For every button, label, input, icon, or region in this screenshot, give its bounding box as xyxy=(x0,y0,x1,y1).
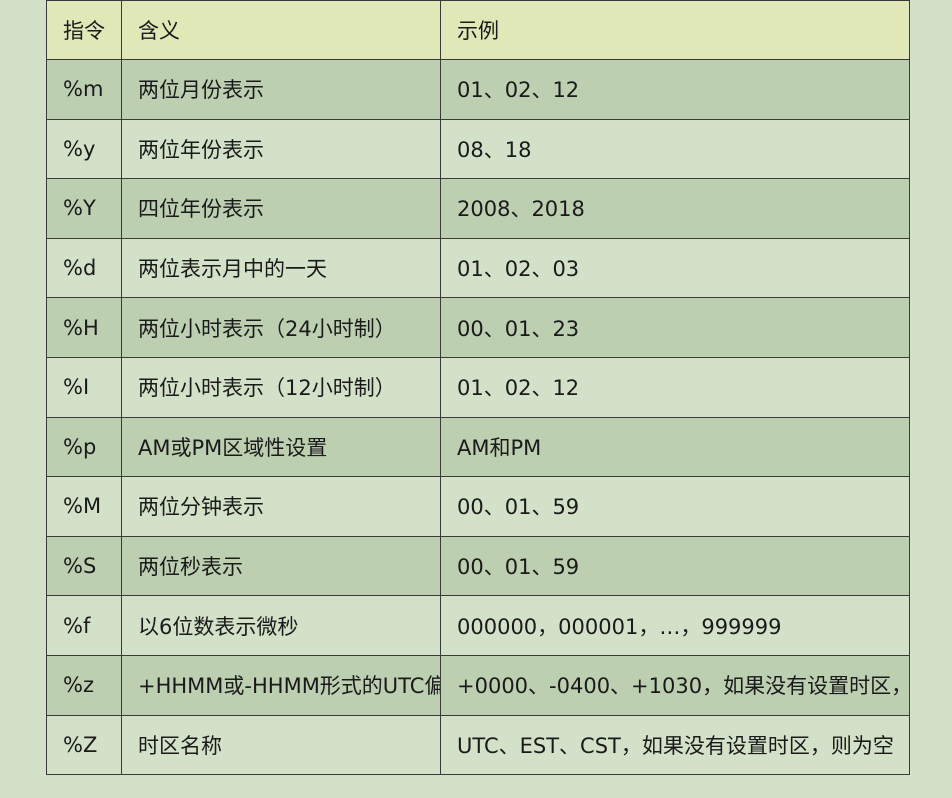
example-cell: 08、18 xyxy=(440,118,910,180)
example-cell: 2008、2018 xyxy=(440,178,910,239)
directive-cell: %H xyxy=(46,297,122,358)
header-meaning: 含义 xyxy=(121,0,441,60)
strftime-directive-table: 指令 含义 示例 %m 两位月份表示 01、02、12 %y 两位年份表示 08、18 %Y… xyxy=(46,0,910,776)
table-row: %S 两位秒表示 00、01、59 xyxy=(46,535,910,597)
table-row: %m 两位月份表示 01、02、12 xyxy=(46,59,910,120)
directive-cell: %z xyxy=(46,654,122,716)
directive-cell: %I xyxy=(46,356,122,418)
meaning-cell: +HHMM或-HHMM形式的UTC偏移 xyxy=(121,654,441,716)
meaning-cell: 两位小时表示（12小时制） xyxy=(121,356,441,418)
directive-cell: %d xyxy=(46,237,122,299)
header-example: 示例 xyxy=(440,0,910,60)
example-cell: 00、01、59 xyxy=(440,535,910,597)
table-row: %M 两位分钟表示 00、01、59 xyxy=(46,476,910,537)
example-cell: 00、01、59 xyxy=(440,476,910,537)
example-cell: 01、02、12 xyxy=(440,59,910,120)
table-container: 指令 含义 示例 %m 两位月份表示 01、02、12 %y 两位年份表示 08、18 %Y… xyxy=(46,0,910,776)
example-cell: 000000，000001，…，999999 xyxy=(440,595,910,656)
directive-cell: %S xyxy=(46,535,122,597)
directive-cell: %p xyxy=(46,416,122,478)
example-cell: UTC、EST、CST，如果没有设置时区，则为空 xyxy=(440,714,910,776)
directive-cell: %m xyxy=(46,59,122,120)
directive-cell: %Z xyxy=(46,714,122,776)
header-directive: 指令 xyxy=(46,0,122,60)
meaning-cell: 两位表示月中的一天 xyxy=(121,237,441,299)
table-row: %Z 时区名称 UTC、EST、CST，如果没有设置时区，则为空 xyxy=(46,714,910,776)
meaning-cell: 两位小时表示（24小时制） xyxy=(121,297,441,358)
meaning-cell: 两位分钟表示 xyxy=(121,476,441,537)
example-cell: 01、02、12 xyxy=(440,356,910,418)
table-row: %H 两位小时表示（24小时制） 00、01、23 xyxy=(46,297,910,358)
example-cell: 00、01、23 xyxy=(440,297,910,358)
meaning-cell: 以6位数表示微秒 xyxy=(121,595,441,656)
table-row: %I 两位小时表示（12小时制） 01、02、12 xyxy=(46,356,910,418)
directive-cell: %f xyxy=(46,595,122,656)
meaning-cell: 两位秒表示 xyxy=(121,535,441,597)
meaning-cell: 时区名称 xyxy=(121,714,441,776)
table-row: %y 两位年份表示 08、18 xyxy=(46,118,910,180)
table-row: %p AM或PM区域性设置 AM和PM xyxy=(46,416,910,478)
page: { "table": { "headers": ["指令", "含义", "示例… xyxy=(0,0,952,798)
directive-cell: %y xyxy=(46,118,122,180)
example-cell: 01、02、03 xyxy=(440,237,910,299)
header-row: 指令 含义 示例 xyxy=(46,0,910,60)
meaning-cell: 四位年份表示 xyxy=(121,178,441,239)
meaning-cell: 两位年份表示 xyxy=(121,118,441,180)
example-cell: +0000、-0400、+1030，如果没有设置时区，则为空 xyxy=(440,654,910,716)
meaning-cell: 两位月份表示 xyxy=(121,59,441,120)
directive-cell: %M xyxy=(46,476,122,537)
example-cell: AM和PM xyxy=(440,416,910,478)
table-row: %Y 四位年份表示 2008、2018 xyxy=(46,178,910,239)
table-body: %m 两位月份表示 01、02、12 %y 两位年份表示 08、18 %Y 四位年份表示 200… xyxy=(46,59,910,776)
table-row: %f 以6位数表示微秒 000000，000001，…，999999 xyxy=(46,595,910,656)
table-row: %z +HHMM或-HHMM形式的UTC偏移 +0000、-0400、+1030，如… xyxy=(46,654,910,716)
meaning-cell: AM或PM区域性设置 xyxy=(121,416,441,478)
table-row: %d 两位表示月中的一天 01、02、03 xyxy=(46,237,910,299)
directive-cell: %Y xyxy=(46,178,122,239)
